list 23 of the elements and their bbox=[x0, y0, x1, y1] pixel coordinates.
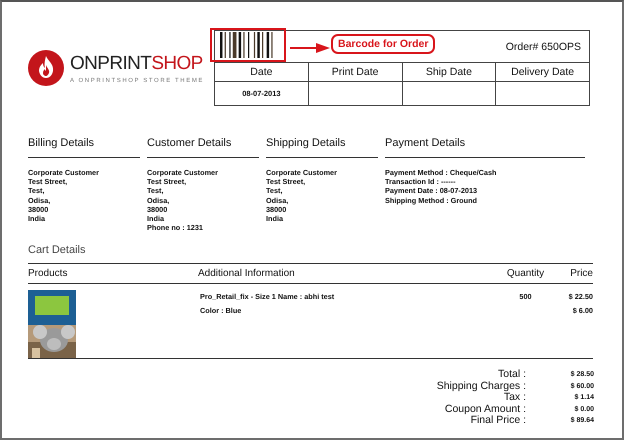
column-header: Delivery Date bbox=[496, 62, 590, 82]
total-label: Final Price : bbox=[470, 414, 526, 426]
arrow-icon bbox=[290, 43, 330, 53]
section-heading: Cart Details bbox=[28, 244, 86, 256]
annotation-label: Barcode for Order bbox=[331, 34, 436, 54]
section-heading: Customer Details bbox=[147, 134, 259, 158]
column-header: Date bbox=[214, 62, 308, 82]
section-heading: Payment Details bbox=[385, 134, 585, 158]
order-number: Order# 650OPS bbox=[506, 40, 581, 52]
total-label: Total : bbox=[498, 368, 526, 380]
column-header: Price bbox=[570, 268, 593, 279]
column-header: Ship Date bbox=[402, 62, 496, 82]
total-label: Shipping Charges : bbox=[436, 380, 526, 392]
total-label: Coupon Amount : bbox=[444, 402, 526, 414]
section-heading: Shipping Details bbox=[266, 134, 378, 158]
column-header: Products bbox=[28, 268, 68, 279]
column-header: Additional Information bbox=[198, 268, 295, 279]
total-label: Tax : bbox=[504, 391, 526, 403]
brand-name: ONPRINTSHOP bbox=[70, 52, 204, 74]
flame-logo-icon bbox=[28, 50, 64, 86]
column-header: Quantity bbox=[506, 268, 544, 279]
column-header: Print Date bbox=[308, 62, 402, 82]
section-heading: Billing Details bbox=[28, 134, 140, 158]
